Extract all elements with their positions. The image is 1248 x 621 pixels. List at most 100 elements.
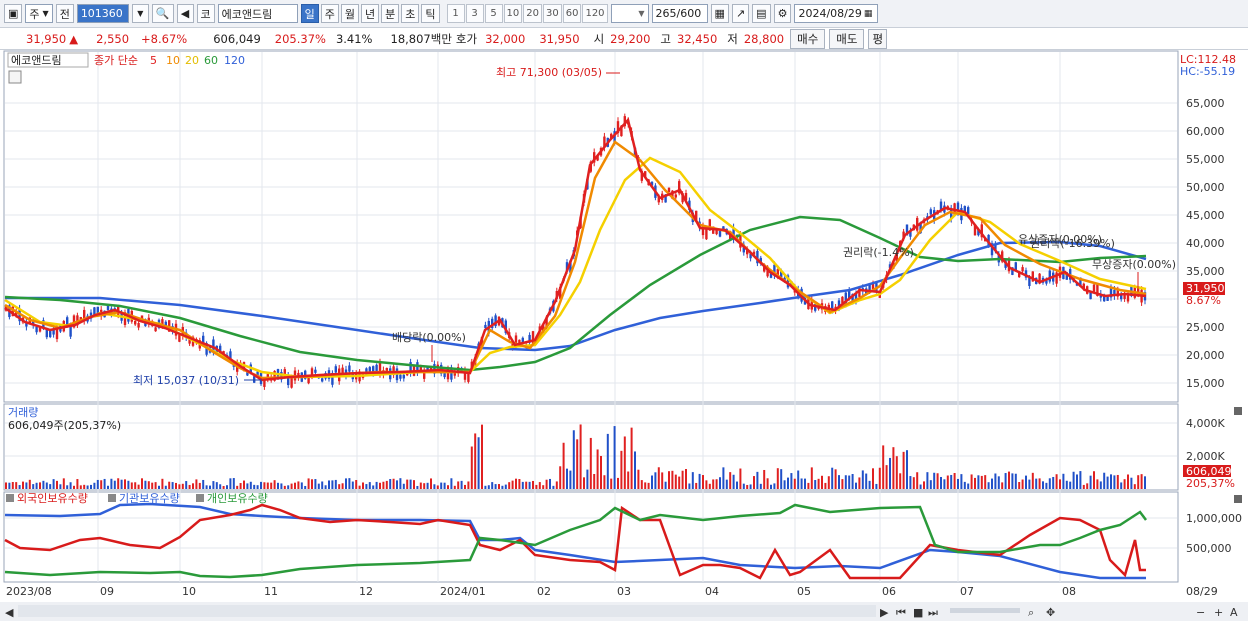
stock-chart[interactable]: 65,000 60,000 55,000 50,000 45,000 40,00… [0,0,1248,621]
volume-bar [521,481,524,489]
volume-bar [368,482,371,489]
volume-bar [107,485,109,489]
volume-bar [722,467,725,489]
stop-icon[interactable]: ■ [913,606,923,619]
candle-body [1092,284,1096,292]
scroll-left-icon[interactable]: ◀ [5,606,14,619]
holding-close-icon[interactable] [1234,495,1242,503]
volume-bar [566,468,568,489]
zoom-in-icon[interactable]: + [1214,606,1223,619]
volume-bar [1069,481,1072,489]
volume-bar [103,478,106,489]
volume-bar [838,475,840,489]
xtick-label: 08/29 [1186,585,1218,598]
volume-bar [1055,474,1058,489]
volume-bar [253,484,256,489]
volume-bar [569,470,572,489]
volume-bar [334,479,337,489]
volume-bar [525,481,528,489]
xtick-label: 02 [537,585,551,598]
volume-bar [528,481,531,489]
volume-bar [226,485,228,489]
candle-body [1106,296,1109,301]
candle-body [1028,277,1031,287]
volume-bar [151,482,154,489]
volume-bar [810,467,813,489]
dividend-annotation: 배당락(0.00%) [392,331,466,344]
crosshair-icon[interactable]: ✥ [1046,606,1055,619]
volume-bar [304,485,307,489]
auto-scale-icon[interactable]: A [1230,606,1238,619]
volume-bar [895,456,898,489]
candle-body [134,320,137,325]
volume-value-label: 606,049주(205,37%) [8,419,121,432]
volume-bar [698,473,701,489]
scroll-right-icon[interactable]: ▶ [880,606,889,619]
volume-bar [848,475,851,489]
volume-bar [940,476,942,489]
volume-bar [817,478,820,489]
volume-bar [763,469,766,489]
volume-bar [39,482,41,489]
volume-bar [348,478,351,489]
volume-bar [481,424,483,489]
zoom-slider[interactable] [950,608,1020,613]
legend-stock-name: 에코앤드림 [11,54,62,67]
volume-bar [776,468,779,489]
volume-bar [1110,474,1112,489]
candle-body [1048,270,1051,282]
rights-annotation: 권리락(-1.4%) [843,246,914,259]
scrollbar-track[interactable] [18,605,876,617]
volume-bar [793,478,796,489]
volume-bar [35,482,38,489]
volume-bar [691,472,694,489]
candle-body [1021,267,1024,272]
volume-bar [929,480,932,489]
table-icon[interactable] [8,70,22,84]
volume-bar [287,485,290,489]
volume-bar [171,482,174,489]
legend-handle-icon[interactable] [108,494,116,502]
forward-icon[interactable]: ⏭ [928,606,938,619]
volume-bar [205,485,208,489]
volume-bar [28,479,31,489]
volume-bar [134,482,137,489]
volume-bar [175,482,177,489]
legend-ma-120: 120 [224,54,245,67]
xtick-label: 06 [882,585,896,598]
volume-bar [1130,477,1133,489]
xtick-label: 05 [797,585,811,598]
volume-bar [552,485,555,489]
volume-bar [766,478,769,489]
volume-bar [1079,471,1082,489]
volume-bar [161,478,164,489]
volume-bar [953,473,956,489]
rewind-icon[interactable]: ⏮ [896,606,906,619]
volume-bar [192,483,194,489]
volume-bar [668,471,670,489]
zoom-out-icon[interactable]: − [1196,606,1205,619]
legend-handle-icon[interactable] [6,494,14,502]
volume-bar [1137,475,1140,489]
candle-body [154,327,157,332]
volume-bar [338,484,341,489]
zoom-icon[interactable]: ⌕ [1028,606,1034,619]
hc-label: HC:-55.19 [1180,65,1235,78]
volume-bar [770,484,772,489]
volume-bar [188,484,191,489]
ytick-label: 15,000 [1186,377,1225,390]
volume-bar [851,474,854,489]
volume-close-icon[interactable] [1234,407,1242,415]
volume-bar [715,479,718,489]
volume-bar [1008,471,1010,489]
volume-bar [409,479,412,489]
volume-bar [120,479,123,489]
volume-bar [474,433,477,489]
volume-bar [1004,473,1007,489]
xtick-label: 10 [182,585,196,598]
legend-handle-icon[interactable] [196,494,204,502]
volume-bar [430,478,432,489]
volume-bar [73,485,75,489]
volume-bar [314,479,317,489]
volume-bar [861,470,864,489]
